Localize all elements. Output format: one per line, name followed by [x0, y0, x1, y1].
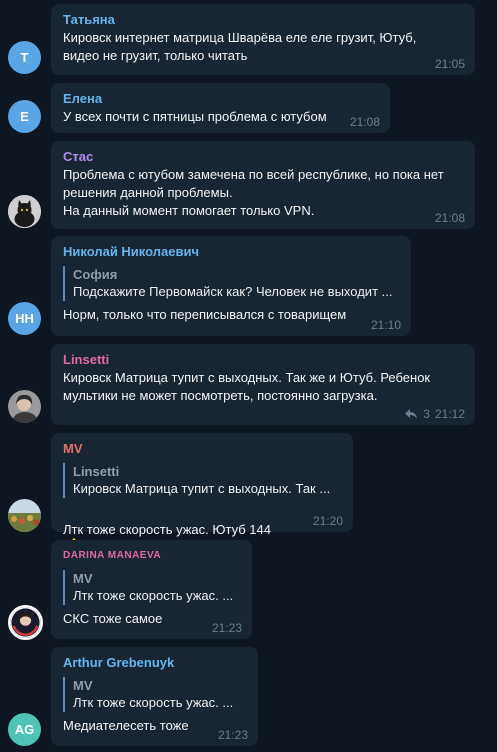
- sender-name[interactable]: Николай Николаевич: [63, 243, 399, 261]
- avatar[interactable]: AG: [8, 713, 41, 746]
- message-text: Проблема с ютубом замечена по всей респу…: [63, 167, 444, 218]
- reply-arrow-icon[interactable]: [404, 408, 418, 420]
- sender-name[interactable]: MV: [63, 440, 341, 458]
- landscape-avatar-icon: [8, 499, 41, 532]
- message-time: 21:10: [370, 318, 401, 332]
- reply-quote[interactable]: София Подскажите Первомайск как? Человек…: [63, 266, 399, 301]
- sender-name[interactable]: Arthur Grebenuyk: [63, 654, 246, 672]
- sender-name[interactable]: Стас: [63, 148, 463, 166]
- message-bubble[interactable]: Николай Николаевич София Подскажите Перв…: [51, 236, 411, 336]
- message-time: 21:23: [211, 621, 242, 635]
- reply-text: Кировск Матрица тупит с выходных. Так ..…: [73, 481, 331, 496]
- avatar[interactable]: [8, 499, 41, 532]
- sender-name[interactable]: Linsetti: [63, 351, 463, 369]
- avatar-initials: AG: [14, 722, 35, 737]
- avatar[interactable]: [8, 390, 41, 423]
- message-text: Лтк тоже скорость ужас. Ютуб 144: [63, 522, 271, 537]
- message-time: 21:20: [312, 514, 343, 528]
- replies-count[interactable]: 3: [423, 407, 430, 421]
- message-time: 21:23: [217, 728, 248, 742]
- message-bubble[interactable]: DARINA MANAEVA MV Лтк тоже скорость ужас…: [51, 540, 252, 639]
- avatar-initials: Т: [20, 50, 29, 65]
- sender-name[interactable]: Елена: [63, 90, 378, 108]
- reply-text: Подскажите Первомайск как? Человек не вы…: [73, 284, 393, 299]
- message-time: 21:08: [349, 115, 380, 129]
- reply-sender: Linsetti: [73, 464, 120, 479]
- reply-quote[interactable]: Linsetti Кировск Матрица тупит с выходны…: [63, 463, 341, 498]
- message-text: Кировск интернет матрица Шварёва еле еле…: [63, 30, 417, 63]
- message-bubble[interactable]: Елена У всех почти с пятницы проблема с …: [51, 83, 390, 133]
- cat-avatar-icon: [8, 195, 41, 228]
- message-text: Кировск Матрица тупит с выходных. Так же…: [63, 370, 431, 403]
- avatar-initials: Е: [20, 109, 29, 124]
- message-bubble[interactable]: MV Linsetti Кировск Матрица тупит с выхо…: [51, 433, 353, 556]
- reply-text: Лтк тоже скорость ужас. ...: [73, 588, 234, 603]
- message-bubble[interactable]: Татьяна Кировск интернет матрица Шварёва…: [51, 4, 475, 75]
- message-time: 21:12: [434, 407, 465, 421]
- avatar[interactable]: [8, 195, 41, 228]
- reply-quote[interactable]: MV Лтк тоже скорость ужас. ...: [63, 677, 246, 712]
- message-bubble[interactable]: Linsetti Кировск Матрица тупит с выходны…: [51, 344, 475, 425]
- message-bubble[interactable]: Arthur Grebenuyk MV Лтк тоже скорость уж…: [51, 647, 258, 746]
- avatar[interactable]: [8, 605, 43, 640]
- avatar[interactable]: НН: [8, 302, 41, 335]
- avatar-initials: НН: [15, 311, 34, 326]
- sender-name[interactable]: DARINA MANAEVA: [63, 547, 240, 565]
- girl-avatar-icon: [10, 607, 41, 638]
- reply-sender: MV: [73, 571, 93, 586]
- avatar[interactable]: Е: [8, 100, 41, 133]
- avatar[interactable]: Т: [8, 41, 41, 74]
- message-text: Норм, только что переписывался с товарищ…: [63, 307, 347, 322]
- reply-sender: София: [73, 267, 118, 282]
- reply-sender: MV: [73, 678, 93, 693]
- person-avatar-icon: [8, 390, 41, 423]
- message-bubble[interactable]: Стас Проблема с ютубом замечена по всей …: [51, 141, 475, 229]
- sender-name[interactable]: Татьяна: [63, 11, 463, 29]
- message-time: 21:05: [434, 57, 465, 71]
- message-text: У всех почти с пятницы проблема с ютубом: [63, 109, 327, 124]
- message-time: 21:08: [434, 211, 465, 225]
- reply-quote[interactable]: MV Лтк тоже скорость ужас. ...: [63, 570, 240, 605]
- reply-text: Лтк тоже скорость ужас. ...: [73, 695, 234, 710]
